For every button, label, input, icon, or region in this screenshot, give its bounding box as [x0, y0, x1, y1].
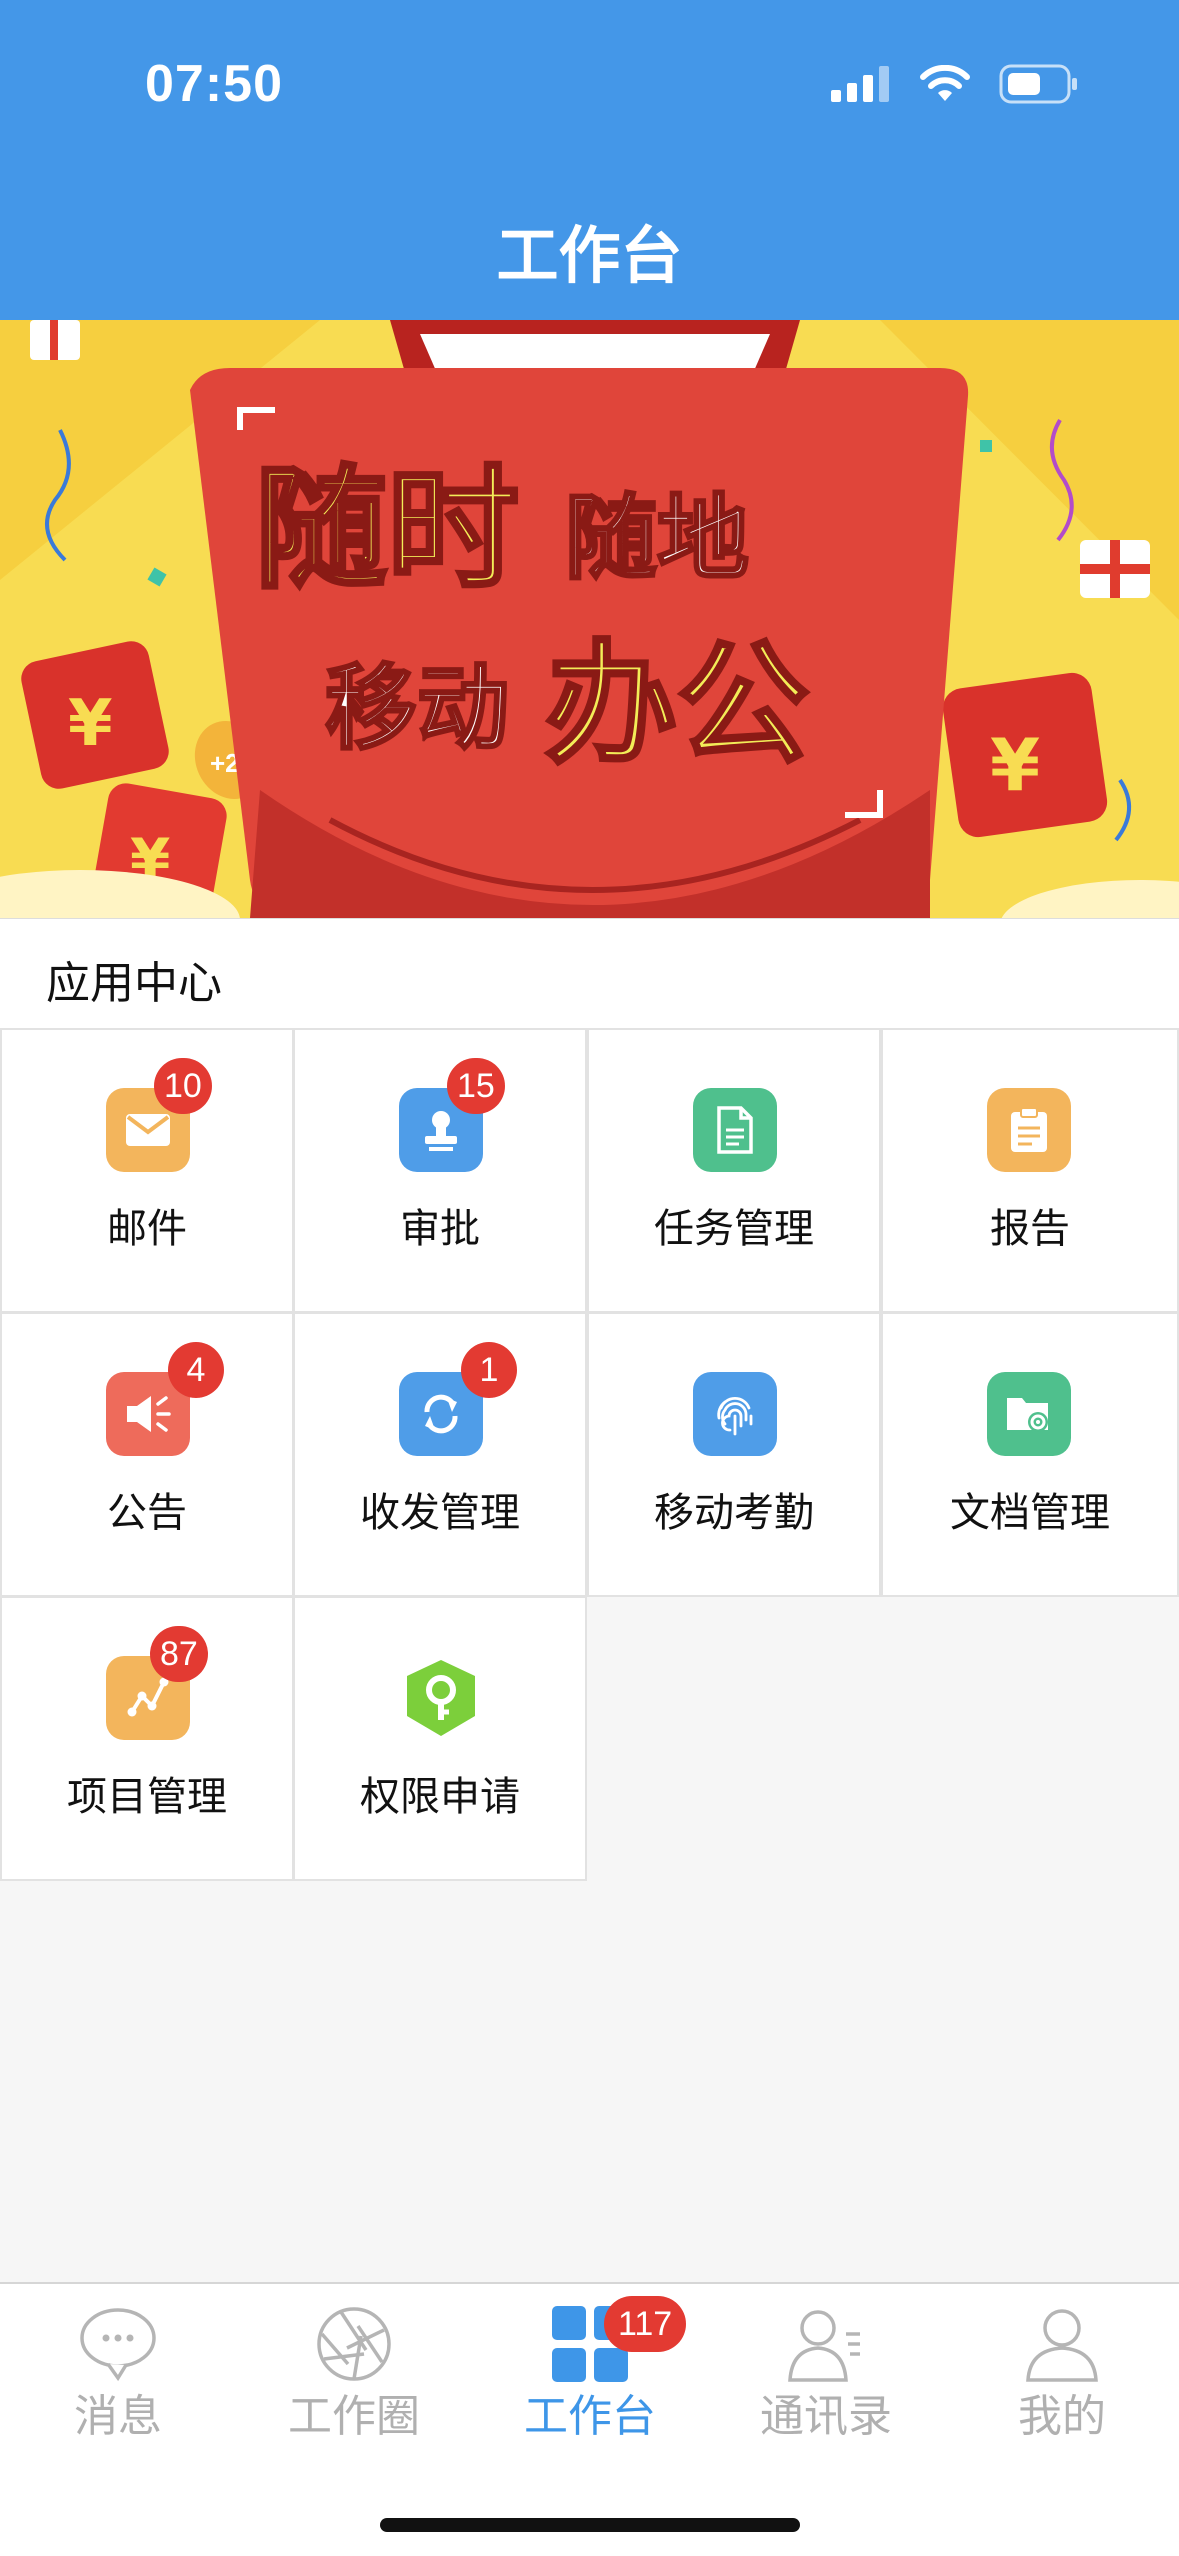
wifi-icon: [920, 65, 970, 101]
app-label: 项目管理: [67, 1774, 227, 1820]
dispatch-badge: 1: [461, 1342, 517, 1398]
tab-work-circle[interactable]: 工作圈: [236, 2304, 472, 2454]
banner-slogan-small-2: 移动: [325, 655, 509, 762]
fingerprint-icon: [693, 1372, 777, 1456]
page-title: 工作台: [496, 219, 683, 292]
tab-label: 通讯录: [760, 2391, 892, 2442]
contacts-icon: [788, 2310, 860, 2382]
app-announcement[interactable]: 4 公告: [0, 1312, 294, 1597]
document-icon: [693, 1088, 777, 1172]
status-icons: [831, 64, 1079, 104]
folder-settings-icon: [987, 1372, 1071, 1456]
home-indicator[interactable]: [380, 2518, 800, 2532]
app-mail[interactable]: 10 邮件: [0, 1028, 294, 1313]
status-time: 07:50: [145, 55, 283, 113]
workbench-screen: 07:50 工作台 ¥ ¥ +20 ¥ 随时 随地 移动 办公 应用中心 10 …: [0, 0, 1179, 2556]
app-document-management[interactable]: 文档管理: [881, 1312, 1179, 1597]
app-mobile-attendance[interactable]: 移动考勤: [587, 1312, 881, 1597]
key-shield-icon: [399, 1656, 483, 1740]
tab-contacts[interactable]: 通讯录: [708, 2304, 944, 2454]
app-dispatch-management[interactable]: 1 收发管理: [293, 1312, 587, 1597]
approval-badge: 15: [447, 1058, 505, 1114]
app-label: 文档管理: [950, 1490, 1110, 1536]
clipboard-icon: [987, 1088, 1071, 1172]
mail-badge: 10: [154, 1058, 212, 1114]
aperture-icon: [317, 2307, 391, 2381]
tab-bar: 消息 工作圈 117 工作台 通讯录 我的: [0, 2282, 1179, 2556]
banner-slogan-small-1: 随地: [565, 485, 749, 592]
app-center-header: 应用中心: [0, 918, 1179, 1028]
app-label: 移动考勤: [654, 1490, 814, 1536]
person-icon: [1026, 2309, 1098, 2382]
app-project-management[interactable]: 87 项目管理: [0, 1596, 294, 1881]
app-label: 报告: [990, 1206, 1070, 1252]
header: 07:50 工作台: [0, 0, 1179, 320]
announcement-badge: 4: [168, 1342, 224, 1398]
svg-text:¥: ¥: [990, 723, 1040, 807]
tab-label: 工作圈: [288, 2391, 420, 2442]
app-label: 公告: [107, 1490, 187, 1536]
project-badge: 87: [150, 1626, 208, 1682]
battery-icon: [999, 64, 1077, 104]
app-center-title: 应用中心: [46, 958, 222, 1009]
app-label: 审批: [400, 1206, 480, 1252]
app-label: 收发管理: [360, 1490, 520, 1536]
app-approval[interactable]: 15 审批: [293, 1028, 587, 1313]
app-report[interactable]: 报告: [881, 1028, 1179, 1313]
banner-slogan-big-2: 办公: [545, 628, 809, 782]
app-permission-request[interactable]: 权限申请: [293, 1596, 587, 1881]
svg-text:¥: ¥: [68, 687, 113, 761]
banner-artwork: ¥ ¥ +20 ¥ 随时 随地 移动 办公: [0, 320, 1179, 918]
app-label: 任务管理: [654, 1206, 814, 1252]
signal-icon: [831, 66, 889, 102]
banner-slogan-big-1: 随时: [255, 453, 519, 607]
tab-label: 工作台: [524, 2391, 656, 2442]
workbench-badge: 117: [604, 2296, 687, 2352]
gift-box-icon: [1080, 540, 1150, 598]
chat-bubble-icon: [80, 2308, 156, 2382]
tab-label: 我的: [1018, 2391, 1106, 2442]
tab-messages[interactable]: 消息: [0, 2304, 236, 2454]
tab-me[interactable]: 我的: [944, 2304, 1179, 2454]
app-label: 权限申请: [360, 1774, 520, 1820]
tab-label: 消息: [74, 2391, 162, 2442]
promo-banner[interactable]: ¥ ¥ +20 ¥ 随时 随地 移动 办公: [0, 320, 1179, 918]
tab-workbench[interactable]: 117 工作台: [472, 2296, 708, 2454]
app-label: 邮件: [107, 1206, 187, 1252]
app-task-management[interactable]: 任务管理: [587, 1028, 881, 1313]
